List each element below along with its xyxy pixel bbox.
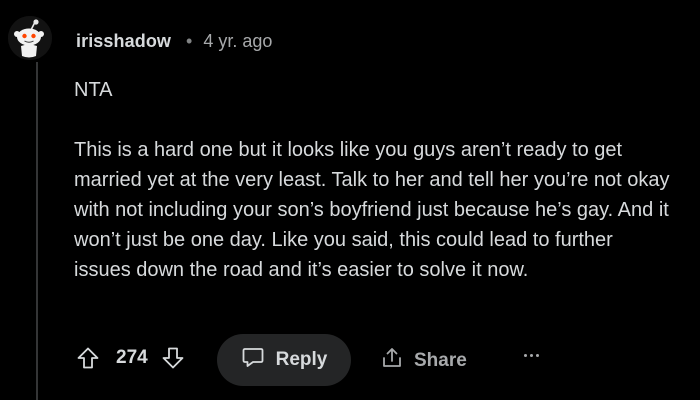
comment-header: irisshadow • 4 yr. ago [76,28,272,54]
share-button[interactable]: Share [380,346,467,376]
downvote-arrow-icon[interactable] [161,346,185,370]
ellipsis-icon [536,354,539,357]
vote-control: 274 [76,346,185,370]
comment-timestamp[interactable]: 4 yr. ago [203,31,272,52]
avatar[interactable] [8,16,52,60]
share-label: Share [414,350,467,371]
speech-bubble-icon [241,345,276,375]
snoo-avatar-icon [8,16,52,60]
more-options-button[interactable] [524,354,539,357]
comment-paragraph: This is a hard one but it looks like you… [74,139,670,281]
ellipsis-icon [524,354,527,357]
reply-button[interactable]: Reply [217,334,351,386]
meta-separator: • [186,30,193,51]
thread-line [36,62,38,400]
ellipsis-icon [530,354,533,357]
upvote-arrow-icon[interactable] [76,346,100,370]
vote-score: 274 [116,347,148,368]
comment-body: NTA This is a hard one but it looks like… [74,75,674,285]
reply-label: Reply [275,349,328,370]
username-link[interactable]: irisshadow [76,31,171,52]
comment-paragraph: NTA [74,79,113,101]
comment-action-bar: 274 Reply Share [76,332,676,388]
share-upload-icon [380,346,414,376]
